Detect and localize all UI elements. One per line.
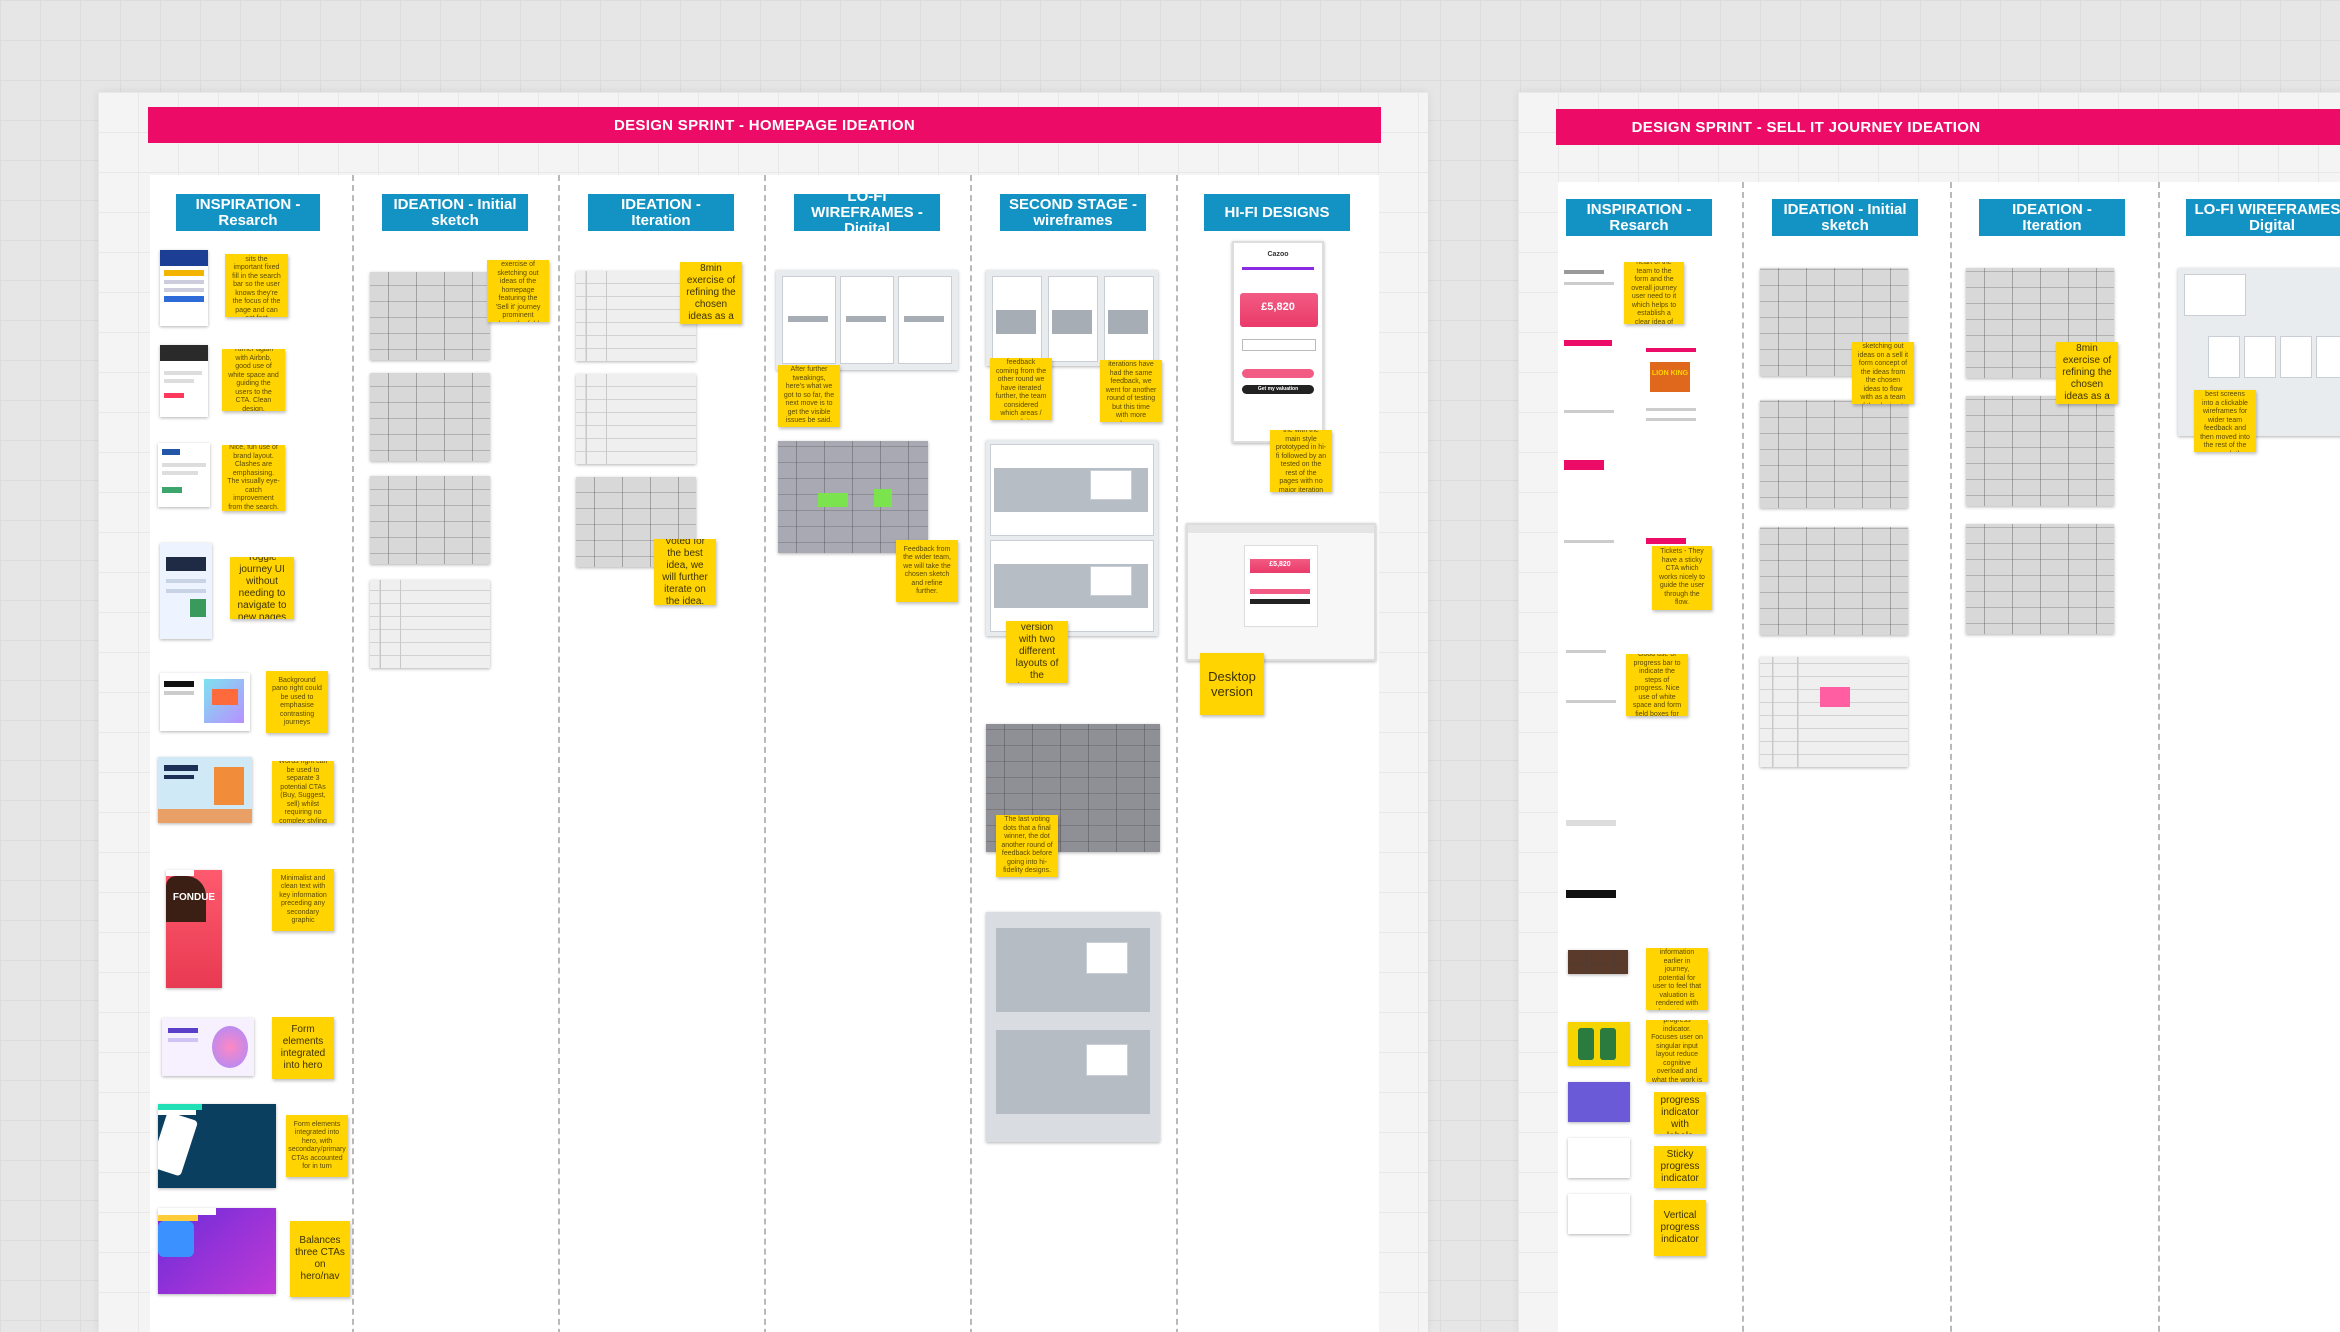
homepage-ideation-board: DESIGN SPRINT - HOMEPAGE IDEATION INSPIR… (98, 92, 1428, 1332)
iteration-photo[interactable] (576, 374, 696, 464)
sketch-photo[interactable] (370, 580, 490, 668)
second-stage-wireframe-mobile[interactable] (986, 270, 1158, 366)
sticky-note: Mobile first in the with the main style … (1270, 430, 1332, 492)
column-divider (764, 175, 766, 1332)
column-header-hifi-designs: HI-FI DESIGNS (1204, 194, 1350, 231)
column-header-inspiration: INSPIRATION - Resarch (176, 194, 320, 231)
sticky-note: Vertical progress indicator (1654, 1200, 1706, 1256)
sticky-note: Standard progress indicator with labels (1654, 1092, 1706, 1134)
column-header-lofi-wireframes: LO-FI WIREFRAMES - Digital (794, 188, 940, 236)
inspiration-screenshot-brand[interactable] (158, 443, 210, 507)
sticky-note: Sticky progress indicator (1654, 1146, 1706, 1188)
iteration-photo[interactable] (1966, 524, 2114, 634)
inspiration-long-screenshot[interactable] (1562, 260, 1618, 600)
column-divider (558, 175, 560, 1332)
column-header-lofi-wireframes: LO-FI WIREFRAMES - Digital (2186, 199, 2340, 236)
second-stage-wireframe-desktop[interactable] (986, 440, 1158, 636)
column-header-inspiration: INSPIRATION - Resarch (1566, 199, 1712, 236)
sticky-note: Form elements integrated into hero (272, 1017, 334, 1079)
sticky-note: Background pano right could be used to e… (266, 671, 328, 733)
sticky-note: Minimalist and clean text with key infor… (272, 869, 334, 931)
sticky-note: Minimalist progress indicator. Focuses u… (1646, 1020, 1708, 1082)
inspiration-screenshot-form-hero[interactable] (162, 1018, 254, 1076)
lofi-feedback-photo[interactable] (778, 441, 928, 553)
inspiration-screenshot-words[interactable] (158, 757, 252, 823)
sticky-note: Toggle journey UI without needing to nav… (230, 557, 294, 619)
iteration-photo[interactable] (1966, 396, 2114, 506)
hifi-cta[interactable]: Get my valuation (1234, 385, 1322, 394)
whiteboard-photo[interactable] (1760, 657, 1908, 767)
iteration-photo[interactable] (576, 271, 696, 361)
inspiration-screenshot-airbnb[interactable] (160, 345, 208, 417)
sticky-note: A 30min exercise of sketching out ideas … (1852, 342, 1914, 404)
column-header-ideation-initial: IDEATION - Initial sketch (382, 194, 528, 231)
sticky-note: John Lewis - Good use of progress bar to… (1626, 654, 1688, 716)
inspiration-screenshot-toggle[interactable] (160, 543, 212, 639)
column-header-second-stage: SECOND STAGE - wireframes (1000, 194, 1146, 231)
sticky-note: Tickets - They have a sticky CTA which w… (1652, 546, 1712, 610)
inspiration-lion-king-screenshot[interactable]: LION KING (1642, 338, 1700, 558)
inspiration-progress-sticky[interactable] (1568, 1138, 1630, 1178)
column-header-ideation-initial: IDEATION - Initial sketch (1772, 199, 1918, 236)
inspiration-progress-minimal[interactable] (1568, 1022, 1630, 1066)
sketch-photo[interactable] (370, 476, 490, 564)
sticky-note: Words right can be used to separate 3 po… (272, 761, 334, 823)
fondue-logo: FONDUE (172, 892, 216, 903)
column-divider (352, 175, 354, 1332)
sticky-note: Turner again with Airbnb, good use of wh… (222, 349, 285, 411)
column-divider (1176, 175, 1178, 1332)
inspiration-progress-vertical[interactable] (1568, 1194, 1630, 1234)
board-canvas: INSPIRATION - Resarch IDEATION - Initial… (150, 175, 1379, 1332)
board-canvas: INSPIRATION - Resarch IDEATION - Initial… (1558, 182, 2340, 1332)
column-header-ideation-iteration: IDEATION - Iteration (588, 194, 734, 231)
sticky-note: Another 8min exercise of refining the ch… (680, 262, 742, 324)
inspiration-car-screenshot[interactable] (1568, 950, 1628, 974)
column-header-ideation-iteration: IDEATION - Iteration (1979, 199, 2125, 236)
column-divider (1742, 182, 1744, 1332)
inspiration-john-lewis-screenshot[interactable] (1562, 620, 1618, 940)
inspiration-screenshot-fondue[interactable]: FONDUE (166, 870, 222, 988)
sticky-note: After further tweakings, here's what we … (778, 365, 840, 427)
second-stage-printout-photo[interactable] (986, 912, 1160, 1142)
sticky-note: From the feedback coming from the other … (990, 358, 1052, 420)
inspiration-screenshot-cards[interactable] (160, 673, 250, 731)
sticky-note: Balances three CTAs on hero/nav (290, 1221, 350, 1297)
sticky-note: Captures key information earlier in jour… (1646, 948, 1708, 1010)
inspiration-screenshot-fintech[interactable] (158, 1104, 276, 1188)
lion-king-logo: LION KING (1651, 370, 1689, 377)
sticky-note: Nice, fun use of brand layout. Clashes a… (222, 445, 285, 511)
sketch-photo[interactable] (370, 272, 490, 360)
hifi-desktop-price: £5,820 (1269, 561, 1291, 568)
sticky-note: Desktop version with two different layou… (1006, 621, 1068, 683)
sticky-note: Desktop version (1200, 653, 1264, 715)
hifi-price: £5,820 (1261, 301, 1295, 313)
column-divider (1950, 182, 1952, 1332)
board-title: DESIGN SPRINT - HOMEPAGE IDEATION (148, 107, 1381, 143)
sketch-photo[interactable] (370, 373, 490, 461)
sticky-note: The last voting dots that a final winner… (996, 815, 1058, 877)
board-title: DESIGN SPRINT - SELL IT JOURNEY IDEATION (1556, 109, 2340, 145)
lofi-wireframe-screens[interactable] (776, 270, 958, 370)
inspiration-progress-standard[interactable] (1568, 1082, 1630, 1122)
sticky-note: Feedback from the wider team, we will ta… (896, 540, 958, 602)
hifi-desktop-design[interactable]: £5,820 (1186, 523, 1376, 661)
sticky-note: Booking.com - sits the important fixed f… (225, 254, 288, 317)
sticky-note: A 30min exercise of sketching out ideas … (487, 260, 549, 322)
sketch-photo[interactable] (1760, 527, 1908, 635)
column-divider (2158, 182, 2160, 1332)
inspiration-screenshot-three-ctas[interactable] (158, 1208, 276, 1294)
sticky-note: Another 'Sell It' form that is the heart… (1624, 262, 1684, 324)
sticky-note: Another 8min exercise of refining the ch… (2056, 342, 2118, 404)
sticky-note: Refining the key ideas and the best scre… (2194, 390, 2256, 452)
column-divider (970, 175, 972, 1332)
sell-it-journey-board: DESIGN SPRINT - SELL IT JOURNEY IDEATION… (1518, 92, 2340, 1332)
sticky-note: Form elements integrated into hero, with… (286, 1115, 348, 1177)
hifi-app-title: Cazoo (1267, 251, 1289, 258)
sticky-note: Voted for the best idea, we will further… (654, 539, 716, 605)
inspiration-screenshot-booking[interactable] (160, 250, 208, 326)
sketch-photo[interactable] (1760, 400, 1908, 508)
sticky-note: I feel the iterations have had the same … (1100, 360, 1162, 422)
hifi-mobile-design[interactable]: Cazoo £5,820 Get my valuation (1232, 241, 1324, 443)
